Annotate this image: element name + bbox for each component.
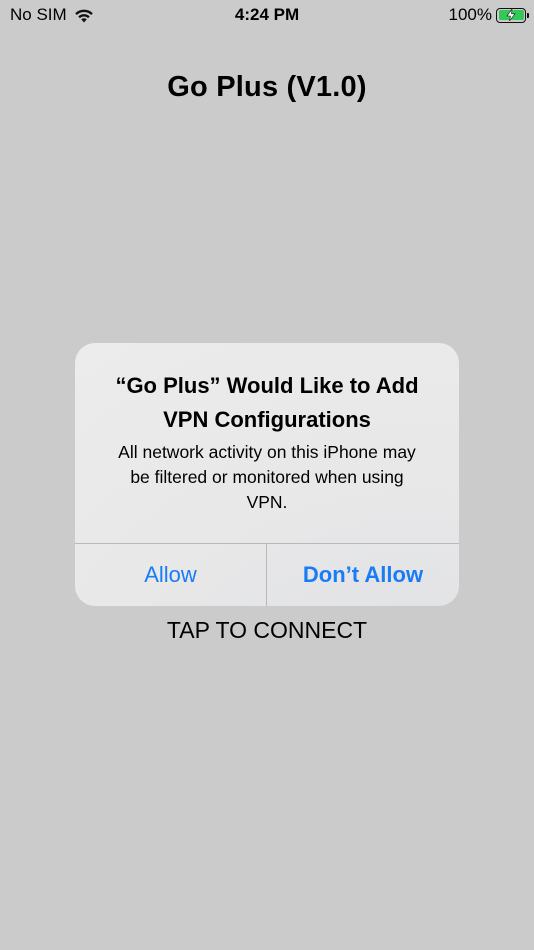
dont-allow-button[interactable]: Don’t Allow bbox=[267, 544, 459, 606]
allow-button[interactable]: Allow bbox=[75, 544, 266, 606]
tap-to-connect-button[interactable]: TAP TO CONNECT bbox=[0, 617, 534, 644]
battery-group: 100% bbox=[448, 5, 529, 25]
alert-message-line: be filtered or monitored when using bbox=[130, 467, 404, 487]
battery-icon bbox=[496, 7, 529, 23]
alert-message-line: VPN. bbox=[246, 492, 288, 512]
battery-percent: 100% bbox=[448, 5, 492, 24]
page-title: Go Plus (V1.0) bbox=[167, 71, 367, 103]
alert-title: “Go Plus” Would Like to Add VPN Configur… bbox=[91, 369, 443, 437]
vpn-permission-alert: “Go Plus” Would Like to Add VPN Configur… bbox=[75, 343, 459, 606]
status-bar: No SIM 4:24 PM 100% bbox=[0, 0, 534, 32]
battery-cap bbox=[527, 12, 529, 18]
alert-message: All network activity on this iPhone may … bbox=[97, 440, 437, 515]
charging-bolt-icon bbox=[506, 8, 516, 21]
alert-title-line: VPN Configurations bbox=[163, 407, 371, 432]
alert-message-line: All network activity on this iPhone may bbox=[118, 442, 416, 462]
alert-title-line: “Go Plus” Would Like to Add bbox=[115, 373, 419, 398]
